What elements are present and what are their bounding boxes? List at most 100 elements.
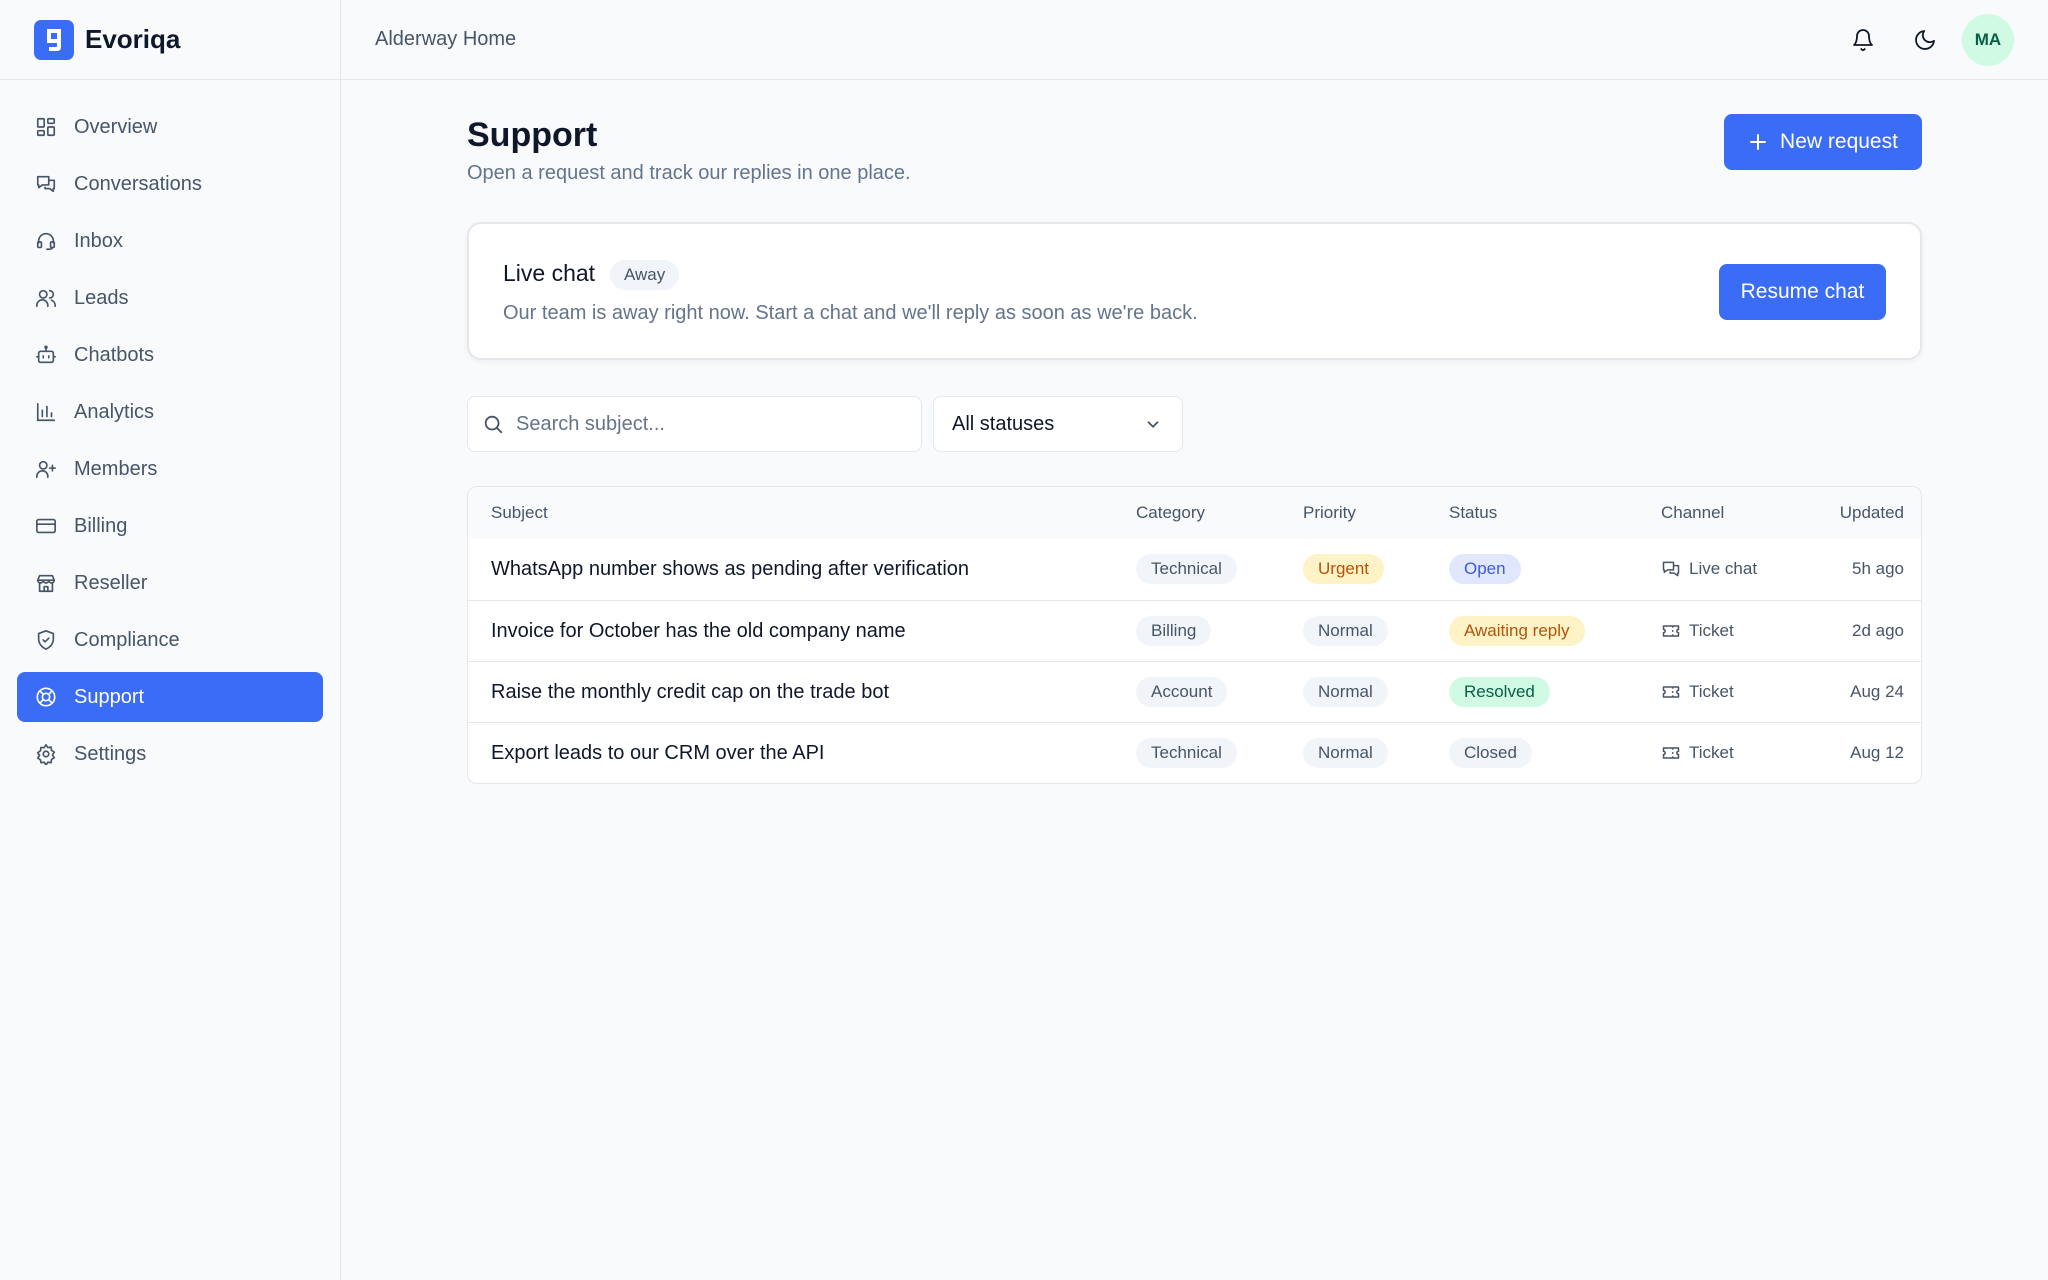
sidebar-item-reseller[interactable]: Reseller xyxy=(17,558,323,608)
sidebar-item-label: Inbox xyxy=(74,229,123,252)
sidebar-item-conversations[interactable]: Conversations xyxy=(17,159,323,209)
page-title: Support xyxy=(467,116,598,154)
row-updated: 5h ago xyxy=(1852,559,1904,578)
row-channel: Live chat xyxy=(1661,539,1757,599)
bell-icon xyxy=(1851,28,1875,52)
priority-badge: Urgent xyxy=(1303,554,1385,584)
column-header-status[interactable]: Status xyxy=(1449,503,1497,523)
chat-bubbles-icon xyxy=(34,172,58,196)
row-channel: Ticket xyxy=(1661,601,1734,661)
row-subject: Invoice for October has the old company … xyxy=(491,619,906,642)
sidebar-item-chatbots[interactable]: Chatbots xyxy=(17,330,323,380)
new-request-label: New request xyxy=(1780,130,1898,153)
shield-check-icon xyxy=(34,628,58,652)
row-subject: Raise the monthly credit cap on the trad… xyxy=(491,680,890,703)
plus-icon xyxy=(1748,132,1768,152)
row-updated: 2d ago xyxy=(1852,621,1904,640)
channel-label: Live chat xyxy=(1689,559,1758,578)
sidebar-item-leads[interactable]: Leads xyxy=(17,273,323,323)
avatar[interactable]: MA xyxy=(1962,14,2014,66)
sidebar-item-label: Analytics xyxy=(74,400,155,423)
sidebar-item-label: Support xyxy=(74,685,145,708)
column-header-channel[interactable]: Channel xyxy=(1661,503,1724,523)
search-field[interactable] xyxy=(467,396,922,452)
category-badge: Billing xyxy=(1136,616,1212,646)
requests-table: Subject Category Priority Status Channel… xyxy=(467,486,1922,784)
status-filter-select[interactable]: All statuses xyxy=(933,396,1183,452)
sidebar-item-analytics[interactable]: Analytics xyxy=(17,387,323,437)
brand-logo-icon xyxy=(34,19,74,60)
table-header: Subject Category Priority Status Channel… xyxy=(468,487,1921,539)
sidebar: Evoriqa Overview Conversations Inbox Lea… xyxy=(0,0,341,1280)
category-badge: Account xyxy=(1136,677,1228,707)
page-subtitle: Open a request and track our replies in … xyxy=(467,162,911,184)
column-header-updated[interactable]: Updated xyxy=(1840,503,1904,523)
channel-label: Ticket xyxy=(1689,621,1734,640)
brand-name: Evoriqa xyxy=(85,24,181,54)
row-channel: Ticket xyxy=(1661,662,1734,722)
sidebar-item-inbox[interactable]: Inbox xyxy=(17,216,323,266)
credit-card-icon xyxy=(34,514,58,538)
priority-badge: Normal xyxy=(1303,738,1388,768)
sidebar-item-label: Overview xyxy=(74,115,158,138)
table-row[interactable]: WhatsApp number shows as pending after v… xyxy=(468,539,1921,600)
status-badge: Closed xyxy=(1449,738,1532,768)
top-actions: MA xyxy=(1838,14,2014,66)
sidebar-item-label: Settings xyxy=(74,742,147,765)
sidebar-item-label: Members xyxy=(74,457,158,480)
column-header-subject[interactable]: Subject xyxy=(491,503,548,523)
gear-icon xyxy=(34,742,58,766)
ticket-icon xyxy=(1661,621,1681,641)
channel-label: Ticket xyxy=(1689,682,1734,701)
ticket-icon xyxy=(1661,743,1681,763)
table-row[interactable]: Raise the monthly credit cap on the trad… xyxy=(468,661,1921,722)
row-channel: Ticket xyxy=(1661,723,1734,783)
sidebar-nav: Overview Conversations Inbox Leads Chatb… xyxy=(0,80,340,779)
status-badge: Open xyxy=(1449,554,1521,584)
headset-icon xyxy=(34,229,58,253)
sidebar-item-support[interactable]: Support xyxy=(17,672,323,722)
theme-toggle-button[interactable] xyxy=(1900,14,1950,66)
sidebar-item-label: Reseller xyxy=(74,571,148,594)
bot-icon xyxy=(34,343,58,367)
sidebar-item-compliance[interactable]: Compliance xyxy=(17,615,323,665)
user-plus-icon xyxy=(34,457,58,481)
notifications-button[interactable] xyxy=(1838,14,1888,66)
priority-badge: Normal xyxy=(1303,616,1388,646)
workspace-name[interactable]: Alderway Home xyxy=(375,28,516,51)
search-input[interactable] xyxy=(516,412,896,436)
row-updated: Aug 24 xyxy=(1850,682,1904,701)
channel-label: Ticket xyxy=(1689,743,1734,762)
sidebar-item-label: Leads xyxy=(74,286,129,309)
topbar: Alderway Home MA xyxy=(341,0,2048,80)
status-filter-value: All statuses xyxy=(952,412,1055,435)
chevron-down-icon xyxy=(1144,416,1162,434)
row-updated: Aug 12 xyxy=(1850,743,1904,762)
sidebar-item-label: Compliance xyxy=(74,628,180,651)
bar-chart-icon xyxy=(34,400,58,424)
table-row[interactable]: Export leads to our CRM over the API Tec… xyxy=(468,722,1921,783)
search-icon xyxy=(482,413,504,435)
live-chat-title: Live chat xyxy=(503,260,596,286)
sidebar-item-label: Conversations xyxy=(74,172,202,195)
store-icon xyxy=(34,571,58,595)
grid-icon xyxy=(34,115,58,139)
priority-badge: Normal xyxy=(1303,677,1388,707)
row-subject: WhatsApp number shows as pending after v… xyxy=(491,557,970,580)
brand[interactable]: Evoriqa xyxy=(0,0,340,80)
new-request-button[interactable]: New request xyxy=(1724,114,1922,170)
column-header-priority[interactable]: Priority xyxy=(1303,503,1356,523)
sidebar-item-overview[interactable]: Overview xyxy=(17,102,323,152)
resume-chat-button[interactable]: Resume chat xyxy=(1719,264,1886,320)
ticket-icon xyxy=(1661,682,1681,702)
sidebar-item-billing[interactable]: Billing xyxy=(17,501,323,551)
lifebuoy-icon xyxy=(34,685,58,709)
sidebar-item-members[interactable]: Members xyxy=(17,444,323,494)
row-subject: Export leads to our CRM over the API xyxy=(491,741,825,764)
sidebar-item-settings[interactable]: Settings xyxy=(17,729,323,779)
status-badge: Resolved xyxy=(1449,677,1550,707)
live-chat-description: Our team is away right now. Start a chat… xyxy=(503,302,1198,324)
status-badge: Awaiting reply xyxy=(1449,616,1585,646)
column-header-category[interactable]: Category xyxy=(1136,503,1205,523)
table-row[interactable]: Invoice for October has the old company … xyxy=(468,600,1921,661)
